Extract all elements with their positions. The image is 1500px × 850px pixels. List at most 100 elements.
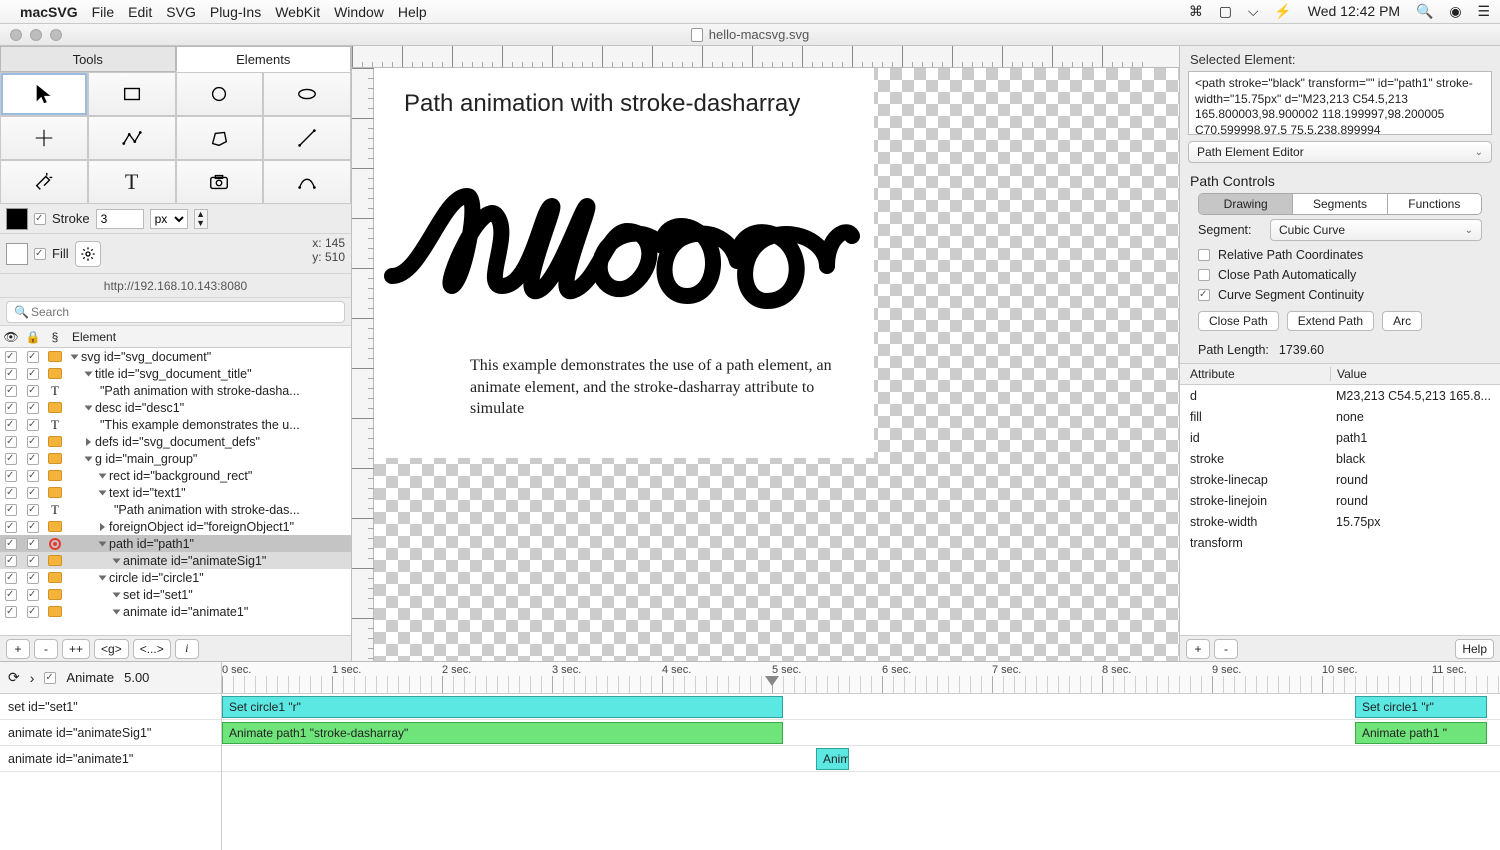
tree-header-lock-icon[interactable]: 🔒 <box>22 330 44 344</box>
tool-crosshair[interactable] <box>0 116 88 160</box>
wrap-button[interactable]: <...> <box>133 639 171 659</box>
attribute-row[interactable]: fillnone <box>1180 406 1500 427</box>
menu-svg[interactable]: SVG <box>166 4 196 20</box>
duplicate-element-button[interactable]: ++ <box>62 639 90 659</box>
tree-row[interactable]: foreignObject id="foreignObject1" <box>0 518 351 535</box>
tool-polygon[interactable] <box>176 116 264 160</box>
menu-window[interactable]: Window <box>334 4 384 20</box>
editor-select[interactable]: Path Element Editor⌄ <box>1188 141 1492 163</box>
attribute-row[interactable]: dM23,213 C54.5,213 165.8... <box>1180 385 1500 406</box>
tool-image[interactable] <box>176 160 264 204</box>
tree-row[interactable]: T"This example demonstrates the u... <box>0 416 351 433</box>
arc-button[interactable]: Arc <box>1382 311 1422 331</box>
menu-edit[interactable]: Edit <box>128 4 152 20</box>
timeline-bar[interactable]: Animate circle1 "r" <box>816 748 849 770</box>
tool-text[interactable]: T <box>88 160 176 204</box>
tree-row[interactable]: T"Path animation with stroke-dasha... <box>0 382 351 399</box>
seg-functions[interactable]: Functions <box>1387 194 1481 214</box>
close-path-button[interactable]: Close Path <box>1198 311 1279 331</box>
tree-header-section-icon[interactable]: § <box>44 330 66 344</box>
timeline-bar[interactable]: Animate path1 "stroke-dasharray" <box>222 722 783 744</box>
zoom-window-button[interactable] <box>50 29 62 41</box>
attribute-row[interactable]: stroke-width15.75px <box>1180 511 1500 532</box>
tree-row[interactable]: T"Path animation with stroke-das... <box>0 501 351 518</box>
attribute-row[interactable]: transform <box>1180 532 1500 553</box>
tool-arrow[interactable] <box>0 72 88 116</box>
tab-tools[interactable]: Tools <box>0 46 176 72</box>
tree-header-visibility-icon[interactable]: 👁 <box>0 330 22 344</box>
tree-row[interactable]: defs id="svg_document_defs" <box>0 433 351 450</box>
airplay-icon[interactable]: ▢ <box>1219 3 1232 19</box>
attribute-row[interactable]: idpath1 <box>1180 427 1500 448</box>
relative-coords-checkbox[interactable] <box>1198 249 1210 261</box>
timeline-track-label[interactable]: animate id="animateSig1" <box>0 720 221 746</box>
animate-checkbox[interactable] <box>44 672 56 684</box>
spotlight-icon[interactable]: 🔍 <box>1416 3 1433 19</box>
menu-file[interactable]: File <box>92 4 115 20</box>
remove-element-button[interactable]: - <box>34 639 58 659</box>
seg-drawing[interactable]: Drawing <box>1199 194 1292 214</box>
timeline-ruler[interactable]: 0 sec.1 sec.2 sec.3 sec.4 sec.5 sec.6 se… <box>222 662 1500 694</box>
timeline-playhead[interactable] <box>765 676 779 686</box>
tree-row[interactable]: animate id="animateSig1" <box>0 552 351 569</box>
attribute-row[interactable]: stroke-linecapround <box>1180 469 1500 490</box>
tree-row[interactable]: title id="svg_document_title" <box>0 365 351 382</box>
tree-row[interactable]: desc id="desc1" <box>0 399 351 416</box>
stroke-stepper[interactable]: ▲▼ <box>194 209 208 229</box>
help-button[interactable]: Help <box>1455 639 1494 659</box>
tree-row[interactable]: circle id="circle1" <box>0 569 351 586</box>
add-element-button[interactable]: + <box>6 639 30 659</box>
attribute-row[interactable]: strokeblack <box>1180 448 1500 469</box>
stroke-width-input[interactable] <box>96 209 144 229</box>
attr-header-value[interactable]: Value <box>1330 367 1500 381</box>
info-button[interactable]: i <box>175 639 199 659</box>
timeline-bar[interactable]: Animate path1 " <box>1355 722 1487 744</box>
selected-element-text[interactable]: <path stroke="black" transform="" id="pa… <box>1188 71 1492 135</box>
clock[interactable]: Wed 12:42 PM <box>1308 3 1400 19</box>
tree-row[interactable]: text id="text1" <box>0 484 351 501</box>
tool-polyline[interactable] <box>88 116 176 160</box>
wifi-icon[interactable]: ⌵ <box>1248 3 1259 19</box>
tool-ellipse[interactable] <box>263 72 351 116</box>
timeline-track-label[interactable]: animate id="animate1" <box>0 746 221 772</box>
canvas-viewport[interactable]: Path animation with stroke-dasharray Thi… <box>374 68 1179 661</box>
tree-row[interactable]: rect id="background_rect" <box>0 467 351 484</box>
timeline-track-label[interactable]: set id="set1" <box>0 694 221 720</box>
tab-elements[interactable]: Elements <box>176 46 352 72</box>
notification-center-icon[interactable]: ☰ <box>1477 3 1490 19</box>
search-input[interactable] <box>6 301 345 323</box>
stroke-checkbox[interactable] <box>34 213 46 225</box>
add-attribute-button[interactable]: + <box>1186 639 1210 659</box>
app-name[interactable]: macSVG <box>20 4 78 20</box>
timeline-bar[interactable]: Set circle1 "r" <box>222 696 783 718</box>
extend-path-button[interactable]: Extend Path <box>1287 311 1374 331</box>
timeline-play-button[interactable]: › <box>30 670 35 686</box>
segment-type-select[interactable]: Cubic Curve⌄ <box>1270 219 1482 241</box>
seg-segments[interactable]: Segments <box>1292 194 1386 214</box>
close-path-auto-checkbox[interactable] <box>1198 269 1210 281</box>
timeline-bar[interactable]: Set circle1 "r" <box>1355 696 1487 718</box>
stroke-unit-select[interactable]: px <box>150 209 188 229</box>
group-button[interactable]: <g> <box>94 639 129 659</box>
timeline-reload-button[interactable]: ⟳ <box>8 669 20 686</box>
tool-path[interactable] <box>263 160 351 204</box>
menu-help[interactable]: Help <box>398 4 427 20</box>
tool-line[interactable] <box>263 116 351 160</box>
tree-header-element[interactable]: Element <box>66 330 351 344</box>
tool-plugin[interactable] <box>0 160 88 204</box>
attribute-row[interactable]: stroke-linejoinround <box>1180 490 1500 511</box>
menu-webkit[interactable]: WebKit <box>275 4 320 20</box>
minimize-window-button[interactable] <box>30 29 42 41</box>
settings-gear-button[interactable] <box>75 241 101 267</box>
tree-row[interactable]: svg id="svg_document" <box>0 348 351 365</box>
battery-icon[interactable]: ⚡ <box>1274 3 1291 19</box>
menu-plugins[interactable]: Plug-Ins <box>210 4 261 20</box>
curve-continuity-checkbox[interactable] <box>1198 289 1210 301</box>
close-window-button[interactable] <box>10 29 22 41</box>
tree-row[interactable]: path id="path1" <box>0 535 351 552</box>
fill-swatch[interactable] <box>6 243 28 265</box>
tree-row[interactable]: animate id="animate1" <box>0 603 351 620</box>
siri-icon[interactable]: ◉ <box>1449 3 1461 19</box>
remove-attribute-button[interactable]: - <box>1214 639 1238 659</box>
tree-row[interactable]: set id="set1" <box>0 586 351 603</box>
